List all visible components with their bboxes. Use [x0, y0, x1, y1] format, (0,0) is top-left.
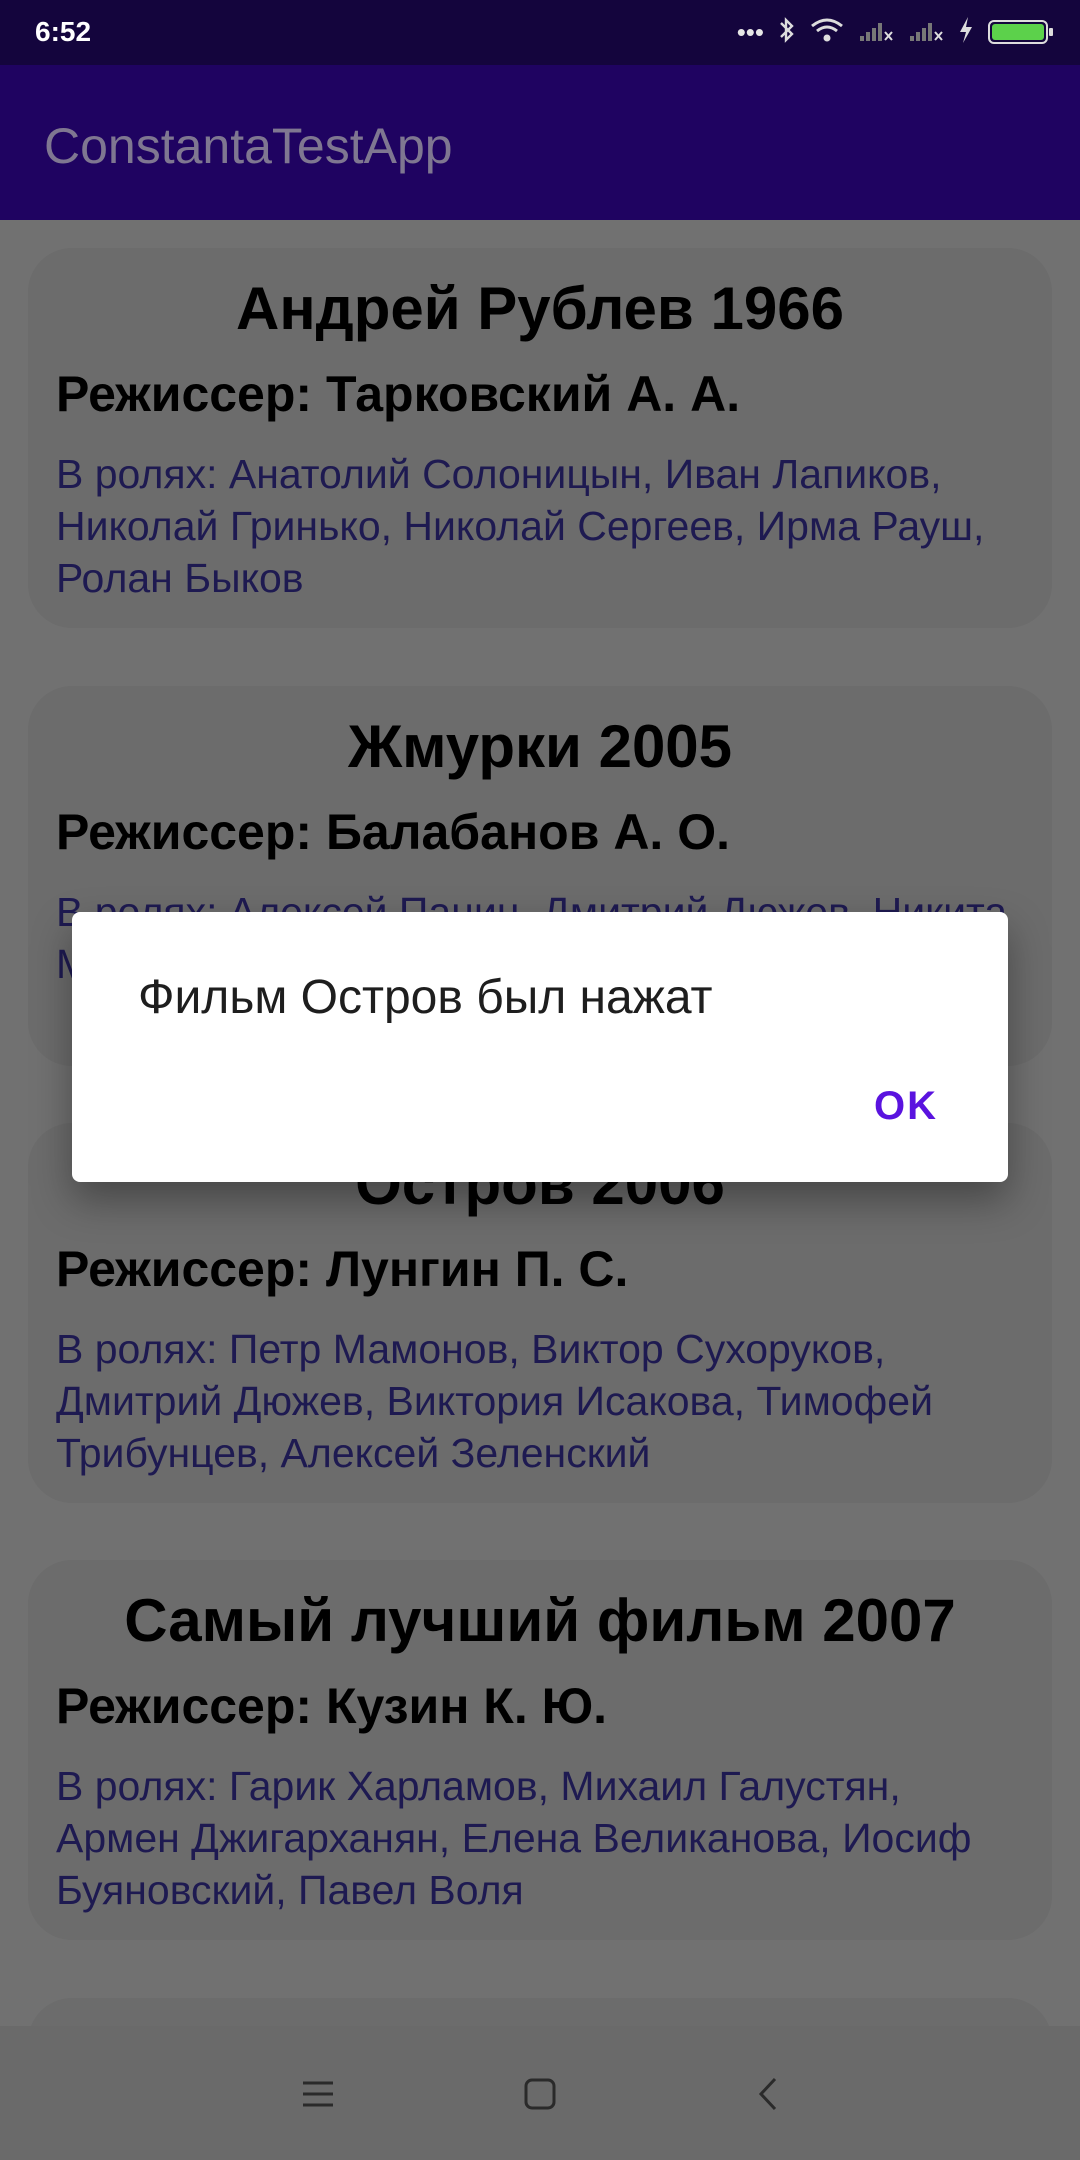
wifi-icon: [810, 16, 844, 49]
battery-icon: [988, 20, 1053, 44]
charging-icon: [958, 16, 974, 49]
movie-title: Жмурки 2005: [347, 713, 733, 780]
back-icon[interactable]: [738, 2064, 798, 2124]
alert-dialog: Фильм Остров был нажат OK: [72, 912, 1008, 1182]
movie-cast: В ролях: Анатолий Солоницын, Иван Лапико…: [56, 451, 985, 601]
movie-director: Режиссер: Тарковский А. А.: [56, 366, 741, 422]
signal-icon: [908, 17, 944, 48]
dialog-message: Фильм Остров был нажат: [138, 971, 713, 1024]
status-bar: 6:52 •••: [0, 0, 1080, 65]
status-time: 6:52: [35, 16, 92, 47]
movie-cast: В ролях: Гарик Харламов, Михаил Галустян…: [56, 1763, 972, 1913]
movie-card[interactable]: [28, 1998, 1052, 2026]
movie-director: Режиссер: Балабанов А. О.: [56, 804, 730, 860]
movie-title: Андрей Рублев 1966: [236, 275, 844, 342]
bluetooth-icon: [778, 16, 796, 49]
navigation-bar: [0, 2026, 1080, 2160]
ok-button[interactable]: OK: [874, 1084, 938, 1129]
movie-title: Самый лучший фильм 2007: [124, 1587, 956, 1654]
more-dots-icon: •••: [736, 17, 764, 47]
signal-icon: [858, 17, 894, 48]
app-bar: ConstantaTestApp: [0, 65, 1080, 220]
movie-cast: В ролях: Петр Мамонов, Виктор Сухоруков,…: [56, 1326, 933, 1476]
movie-card[interactable]: Самый лучший фильм 2007 Режиссер: Кузин …: [28, 1560, 1052, 1940]
movie-card[interactable]: Андрей Рублев 1966 Режиссер: Тарковский …: [28, 248, 1052, 628]
home-icon[interactable]: [510, 2064, 570, 2124]
status-icons: •••: [736, 14, 1053, 50]
movie-director: Режиссер: Лунгин П. С.: [56, 1241, 629, 1297]
movie-director: Режиссер: Кузин К. Ю.: [56, 1678, 608, 1734]
menu-icon[interactable]: [288, 2064, 348, 2124]
app-title: ConstantaTestApp: [44, 118, 453, 174]
